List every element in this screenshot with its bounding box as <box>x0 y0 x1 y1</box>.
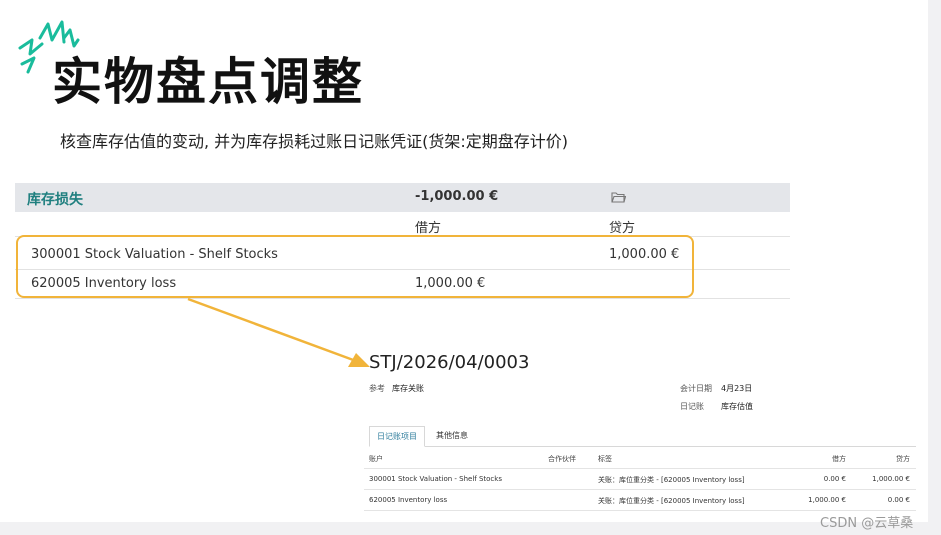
journal-entry-reference: STJ/2026/04/0003 <box>369 352 530 373</box>
line-label: 关账：库位重分类 - [620005 Inventory loss] <box>598 497 745 505</box>
partner-header[interactable]: 合作伙伴 <box>548 454 576 464</box>
journal-label: 日记账 <box>680 402 704 411</box>
column-headers: 借方 贷方 <box>15 212 790 237</box>
line-credit: 1,000.00 € <box>872 475 910 483</box>
bottom-margin <box>0 522 941 535</box>
ref-label: 参考 <box>369 384 385 393</box>
line-account: 300001 Stock Valuation - Shelf Stocks <box>369 475 502 483</box>
label-header[interactable]: 标签 <box>598 454 612 464</box>
slide-title: 实物盘点调整 <box>52 53 364 111</box>
account-group-header[interactable]: 库存损失 -1,000.00 € <box>15 183 790 212</box>
debit-header[interactable]: 借方 <box>832 454 846 464</box>
tab-other-info[interactable]: 其他信息 <box>429 426 475 445</box>
table-row[interactable]: 620005 Inventory loss 关账：库位重分类 - [620005… <box>364 490 916 511</box>
slide-subtitle: 核查库存估值的变动, 并为库存损耗过账日记账凭证(货架:定期盘存计价) <box>60 132 569 151</box>
debit-header: 借方 <box>415 221 442 236</box>
journal-value[interactable]: 库存估值 <box>721 401 753 412</box>
ref-value[interactable]: 库存关账 <box>392 383 424 394</box>
journal-entry-form: STJ/2026/04/0003 参考 库存关账 会计日期 4月23日 日记账 … <box>364 348 916 518</box>
account-group-amount: -1,000.00 € <box>415 189 499 204</box>
line-label: 关账：库位重分类 - [620005 Inventory loss] <box>598 476 745 484</box>
line-debit: 0.00 € <box>823 475 846 483</box>
highlight-box <box>16 235 694 298</box>
date-value[interactable]: 4月23日 <box>721 383 752 394</box>
table-header: 账户 合作伙伴 标签 借方 贷方 <box>364 448 916 469</box>
watermark: CSDN @云草桑 <box>820 516 914 531</box>
date-label: 会计日期 <box>680 384 712 393</box>
credit-header[interactable]: 贷方 <box>896 454 910 464</box>
tab-journal-items[interactable]: 日记账项目 <box>369 426 425 447</box>
tab-bar: 日记账项目 其他信息 <box>369 426 916 447</box>
table-row[interactable]: 300001 Stock Valuation - Shelf Stocks 关账… <box>364 469 916 490</box>
line-account: 620005 Inventory loss <box>369 496 448 504</box>
credit-header: 贷方 <box>609 221 636 236</box>
folder-icon[interactable] <box>611 191 626 203</box>
account-group-name[interactable]: 库存损失 <box>27 189 83 209</box>
line-credit: 0.00 € <box>887 496 910 504</box>
line-debit: 1,000.00 € <box>808 496 846 504</box>
account-header[interactable]: 账户 <box>369 454 383 464</box>
right-margin <box>928 0 941 535</box>
arrow-right-icon <box>187 297 370 367</box>
slide: 实物盘点调整 核查库存估值的变动, 并为库存损耗过账日记账凭证(货架:定期盘存计… <box>0 0 928 522</box>
